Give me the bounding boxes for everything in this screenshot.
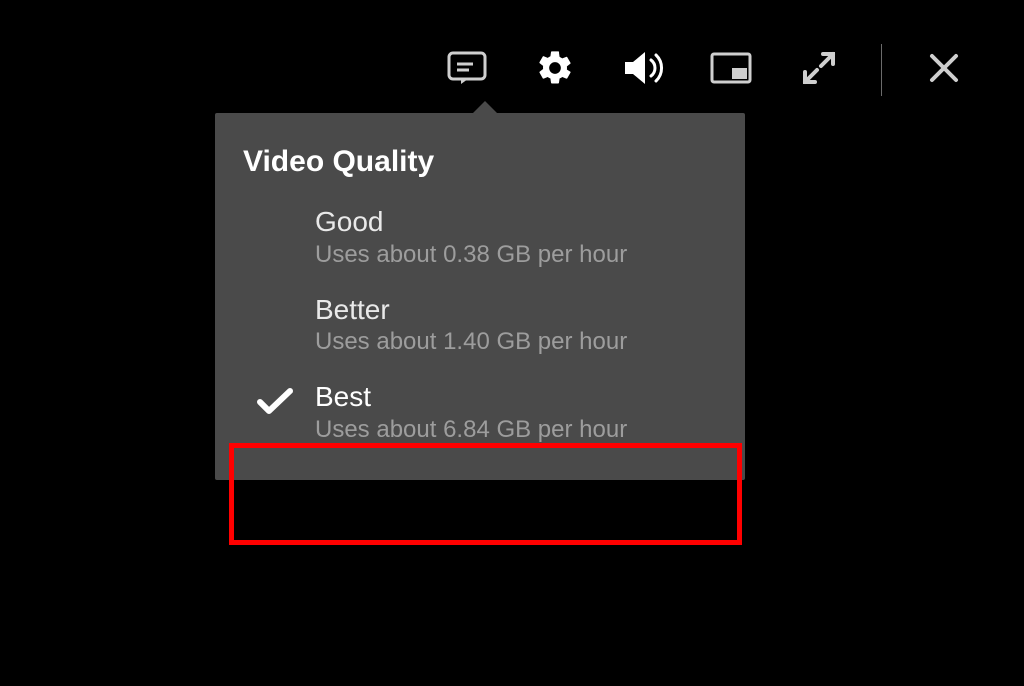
- check-column: [235, 380, 315, 421]
- option-label: Best: [315, 380, 725, 414]
- check-column: [235, 293, 315, 299]
- pip-button[interactable]: [711, 50, 751, 90]
- volume-icon: [621, 50, 665, 91]
- controls-divider: [881, 44, 882, 96]
- player-controls-bar: [0, 45, 1024, 95]
- quality-option-better[interactable]: Better Uses about 1.40 GB per hour: [215, 281, 745, 369]
- video-quality-panel: Video Quality Good Uses about 0.38 GB pe…: [215, 113, 745, 480]
- gear-icon: [535, 48, 575, 93]
- picture-in-picture-icon: [710, 52, 752, 89]
- fullscreen-icon: [801, 50, 837, 91]
- option-subtext: Uses about 0.38 GB per hour: [315, 241, 725, 269]
- panel-title: Video Quality: [215, 145, 745, 193]
- checkmark-icon: [256, 386, 294, 421]
- popover-caret: [471, 101, 499, 115]
- close-icon: [928, 52, 960, 89]
- option-subtext: Uses about 6.84 GB per hour: [315, 416, 725, 444]
- subtitles-button[interactable]: [447, 50, 487, 90]
- settings-popover: Video Quality Good Uses about 0.38 GB pe…: [215, 113, 745, 480]
- option-label: Better: [315, 293, 725, 327]
- subtitles-icon: [447, 51, 487, 90]
- settings-button[interactable]: [535, 50, 575, 90]
- check-column: [235, 205, 315, 211]
- quality-option-best[interactable]: Best Uses about 6.84 GB per hour: [215, 368, 745, 456]
- quality-option-good[interactable]: Good Uses about 0.38 GB per hour: [215, 193, 745, 281]
- option-subtext: Uses about 1.40 GB per hour: [315, 328, 725, 356]
- option-label: Good: [315, 205, 725, 239]
- fullscreen-button[interactable]: [799, 50, 839, 90]
- volume-button[interactable]: [623, 50, 663, 90]
- close-button[interactable]: [924, 50, 964, 90]
